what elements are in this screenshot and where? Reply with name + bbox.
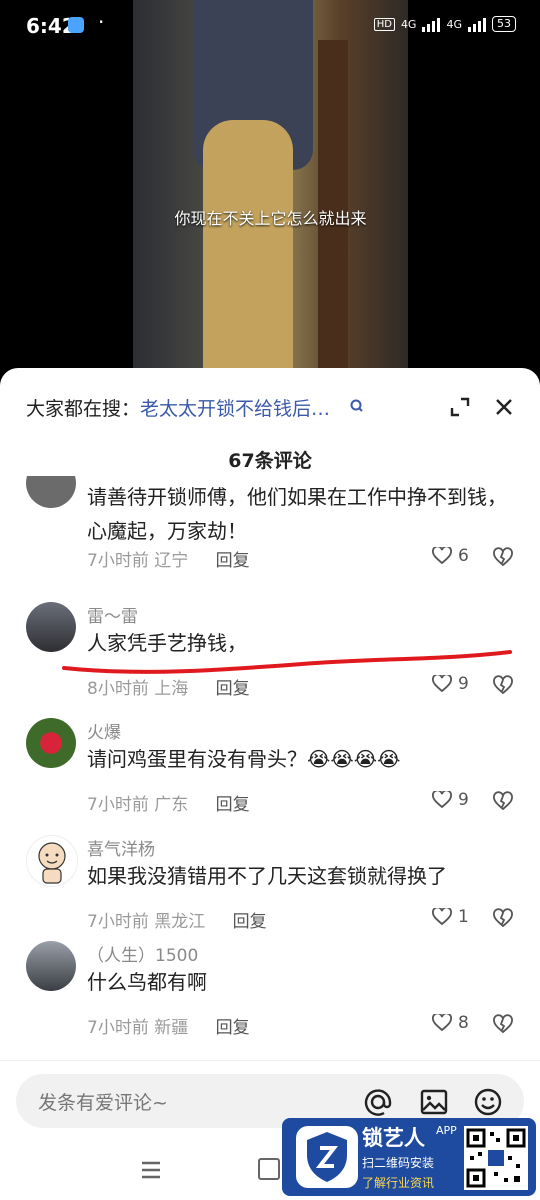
like-button[interactable]: 6 xyxy=(432,546,469,566)
search-suggestion-keyword[interactable]: 老太太开锁不给钱后… xyxy=(140,394,330,421)
menu-icon[interactable] xyxy=(140,1160,162,1180)
watermark-ad-banner: 锁艺人 APP 扫二维码安装 了解行业资讯 xyxy=(282,1118,536,1196)
avatar[interactable] xyxy=(26,476,76,508)
heart-icon xyxy=(432,547,452,565)
expand-icon[interactable] xyxy=(448,395,472,419)
comments-list[interactable]: 请善待开锁师傅，他们如果在工作中挣不到钱，心魔起，万家劫！ 7小时前 辽宁 回复… xyxy=(0,476,540,1062)
broken-heart-icon[interactable] xyxy=(492,546,514,568)
hd-icon: HD xyxy=(373,17,395,31)
search-suggestion-label: 大家都在搜： xyxy=(26,397,141,420)
emoji-icon[interactable] xyxy=(472,1086,504,1118)
like-count: 1 xyxy=(458,907,469,927)
comment-time: 7小时前 xyxy=(87,795,149,815)
commenter-name[interactable]: 雷～雷 xyxy=(87,602,138,627)
ad-app-tag: APP xyxy=(436,1124,457,1137)
video-player[interactable]: 你现在不关上它怎么就出来 xyxy=(133,0,408,380)
signal-icon xyxy=(422,16,441,32)
status-icons: HD 4G 4G 53 xyxy=(373,16,516,32)
commenter-name[interactable]: 火爆 xyxy=(87,718,121,743)
comment-location: 上海 xyxy=(154,679,189,699)
like-count: 9 xyxy=(458,674,469,694)
avatar[interactable] xyxy=(26,835,78,887)
notification-app-icon xyxy=(68,17,84,33)
like-count: 8 xyxy=(458,1013,469,1033)
search-suggestion-row[interactable]: 大家都在搜： 老太太开锁不给钱后… xyxy=(26,392,516,422)
broken-heart-icon[interactable] xyxy=(492,907,514,929)
like-count: 6 xyxy=(458,546,469,566)
comment-meta: 7小时前 新疆 回复 xyxy=(87,1013,250,1038)
broken-heart-icon[interactable] xyxy=(492,790,514,812)
comment-meta: 7小时前 黑龙江 回复 xyxy=(87,907,267,932)
close-icon[interactable] xyxy=(492,395,516,419)
reply-button[interactable]: 回复 xyxy=(216,679,250,699)
network-label-2: 4G xyxy=(446,17,462,31)
comment-time: 7小时前 xyxy=(87,1018,149,1038)
comment-time: 8小时前 xyxy=(87,679,149,699)
heart-icon xyxy=(432,908,452,926)
broken-heart-icon[interactable] xyxy=(492,1013,514,1035)
comment-time: 7小时前 xyxy=(87,912,149,932)
comment-location: 黑龙江 xyxy=(154,912,206,932)
ad-line-1: 扫二维码安装 xyxy=(362,1156,435,1170)
like-count: 9 xyxy=(458,790,469,810)
brand-logo xyxy=(296,1126,358,1188)
ad-line-2: 了解行业资讯 xyxy=(362,1176,435,1190)
home-button[interactable] xyxy=(258,1158,280,1180)
comment-meta: 7小时前 广东 回复 xyxy=(87,790,250,815)
network-label-1: 4G xyxy=(400,17,417,31)
heart-icon xyxy=(432,791,452,809)
avatar[interactable] xyxy=(26,941,76,991)
ad-brand: 锁艺人 xyxy=(362,1126,425,1150)
comment-text: 人家凭手艺挣钱， xyxy=(87,631,247,655)
commenter-name[interactable]: （人生）1500 xyxy=(87,941,198,966)
image-icon[interactable] xyxy=(418,1086,450,1118)
comment-time: 7小时前 xyxy=(87,551,149,571)
comment-location: 辽宁 xyxy=(154,551,189,571)
broken-heart-icon[interactable] xyxy=(492,674,514,696)
reply-button[interactable]: 回复 xyxy=(216,795,250,815)
commenter-name[interactable]: 喜气洋杨 xyxy=(87,835,155,860)
cartoon-avatar-icon xyxy=(38,842,66,884)
heart-icon xyxy=(432,1014,452,1032)
like-button[interactable]: 1 xyxy=(432,907,469,927)
reply-button[interactable]: 回复 xyxy=(216,551,250,571)
divider xyxy=(0,1060,540,1061)
comment-location: 广东 xyxy=(154,795,189,815)
video-figure xyxy=(203,120,293,380)
comments-count: 67条评论 xyxy=(228,450,312,472)
comment-input-placeholder: 发条有爱评论~ xyxy=(38,1092,168,1114)
video-caption: 你现在不关上它怎么就出来 xyxy=(174,209,367,228)
comment-meta: 8小时前 上海 回复 xyxy=(87,674,250,699)
avatar[interactable] xyxy=(26,602,76,652)
comment-text: 请善待开锁师傅，他们如果在工作中挣不到钱，心魔起，万家劫！ xyxy=(87,485,507,543)
at-mention-icon[interactable] xyxy=(362,1086,394,1118)
comment-text: 请问鸡蛋里有没有骨头？😭😭😭😭 xyxy=(87,747,401,771)
comment-text: 什么鸟都有啊 xyxy=(87,970,207,994)
like-button[interactable]: 8 xyxy=(432,1013,469,1033)
comments-panel: 大家都在搜： 老太太开锁不给钱后… 67条评论 请善待开锁师傅，他们如果在工作中… xyxy=(0,368,540,1200)
comment-meta: 7小时前 辽宁 回复 xyxy=(87,546,250,571)
signal-icon-2 xyxy=(468,16,486,32)
avatar[interactable] xyxy=(26,718,76,768)
comment-text: 如果我没猜错用不了几天这套锁就得换了 xyxy=(87,864,447,888)
like-button[interactable]: 9 xyxy=(432,790,469,810)
reply-button[interactable]: 回复 xyxy=(216,1018,250,1038)
qr-code-icon xyxy=(464,1126,528,1190)
search-icon[interactable] xyxy=(348,397,368,417)
status-bar: 6:42 · HD 4G 4G 53 xyxy=(0,0,540,52)
notification-dot: · xyxy=(98,10,105,34)
heart-icon xyxy=(432,675,452,693)
shield-logo-icon xyxy=(307,1132,347,1182)
like-button[interactable]: 9 xyxy=(432,674,469,694)
battery-icon: 53 xyxy=(492,16,516,32)
reply-button[interactable]: 回复 xyxy=(233,912,267,932)
comment-location: 新疆 xyxy=(154,1018,189,1038)
